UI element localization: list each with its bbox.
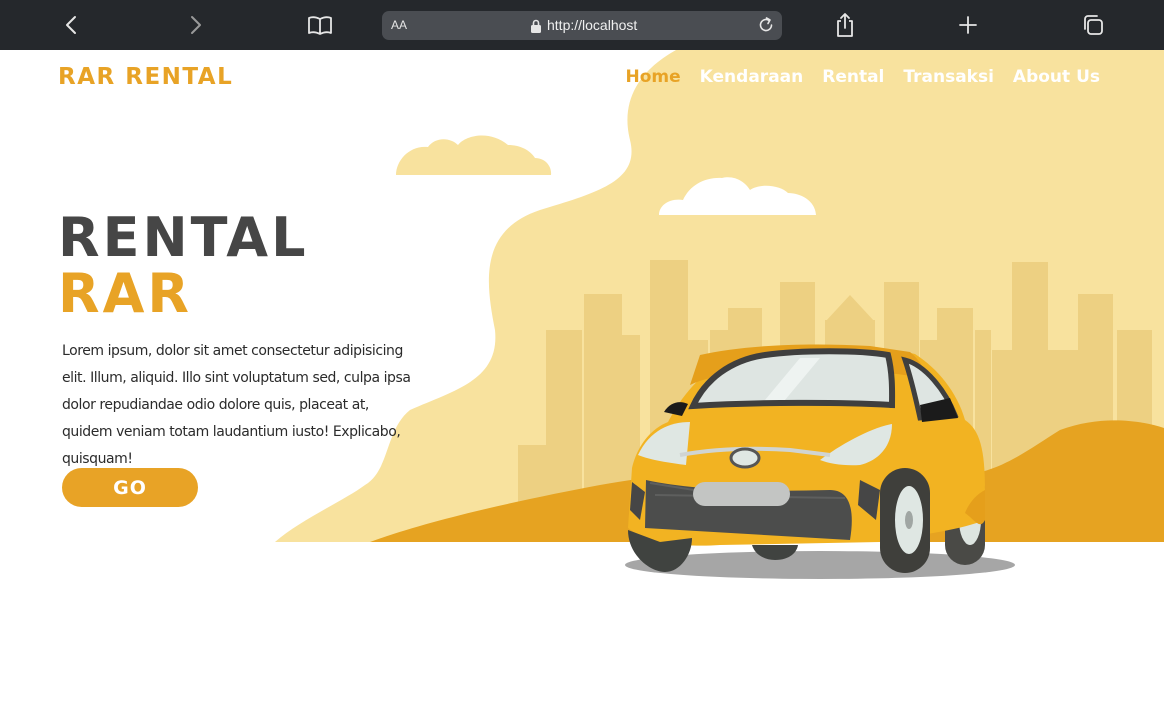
back-icon[interactable] <box>59 12 85 38</box>
nav-transaksi[interactable]: Transaksi <box>903 67 994 87</box>
lock-icon <box>531 19 541 33</box>
landing-page: RAR RENTAL Home Kendaraan Rental Transak… <box>0 50 1164 728</box>
hero-title-line1: RENTAL <box>58 206 309 269</box>
reload-icon[interactable] <box>756 15 776 35</box>
hero-title: RENTAL RAR <box>58 210 309 322</box>
brand-logo[interactable]: RAR RENTAL <box>58 64 233 90</box>
go-button[interactable]: GO <box>62 468 198 507</box>
nav-home[interactable]: Home <box>626 67 681 87</box>
address-bar[interactable]: AA http://localhost <box>382 11 782 40</box>
forward-icon[interactable] <box>182 12 208 38</box>
browser-toolbar: AA http://localhost <box>0 0 1164 50</box>
bookmarks-icon[interactable] <box>307 12 333 38</box>
share-icon[interactable] <box>832 12 858 38</box>
tabs-icon[interactable] <box>1080 12 1106 38</box>
cloud <box>396 135 552 175</box>
hero-title-line2: RAR <box>58 262 192 325</box>
text-size-button[interactable]: AA <box>391 18 407 32</box>
nav-rental[interactable]: Rental <box>822 67 884 87</box>
nav-about-us[interactable]: About Us <box>1013 67 1100 87</box>
main-nav: Home Kendaraan Rental Transaksi About Us <box>626 67 1101 87</box>
url-text: http://localhost <box>547 17 638 33</box>
nav-kendaraan[interactable]: Kendaraan <box>700 67 804 87</box>
hero-description: Lorem ipsum, dolor sit amet consectetur … <box>62 343 411 467</box>
new-tab-icon[interactable] <box>955 12 981 38</box>
